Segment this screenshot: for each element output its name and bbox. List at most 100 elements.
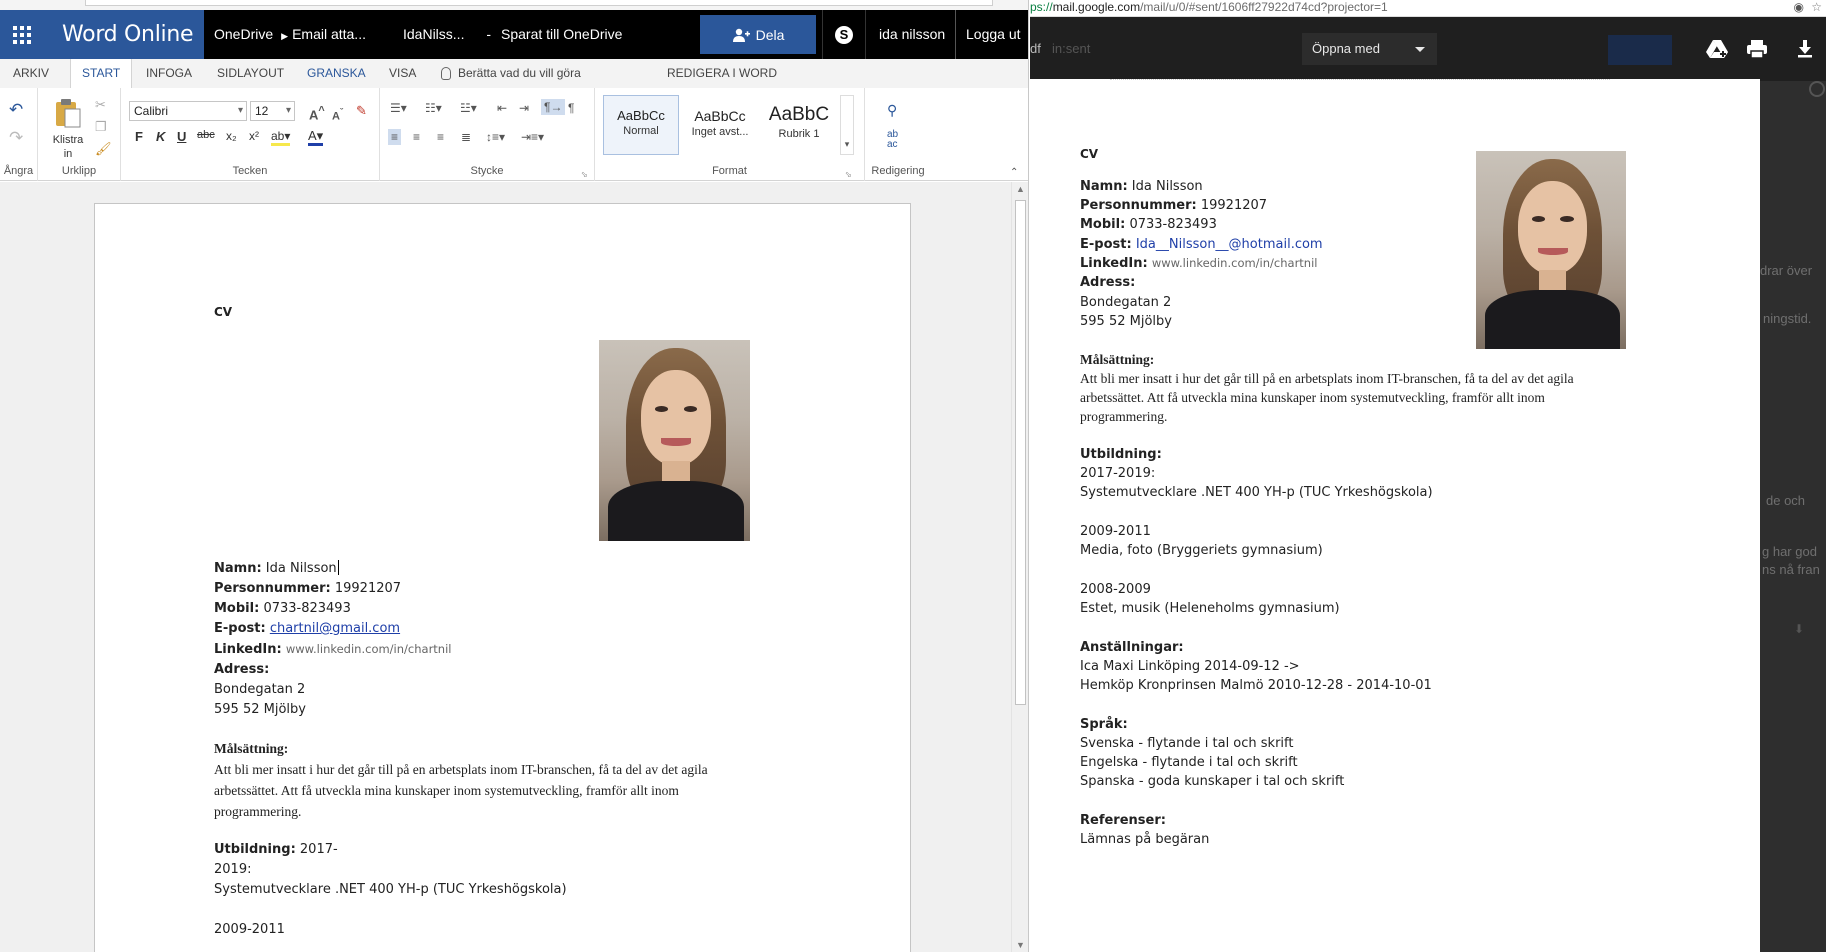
breadcrumb: OneDrive ▶ Email atta... bbox=[214, 10, 370, 59]
collapse-ribbon-icon[interactable]: ⌃ bbox=[1010, 165, 1018, 181]
undo-icon[interactable]: ↶ bbox=[9, 101, 23, 118]
subscript-button[interactable]: x₂ bbox=[226, 129, 237, 143]
align-left-icon[interactable]: ≡ bbox=[388, 129, 402, 145]
street: Bondegatan 2 bbox=[1080, 295, 1172, 310]
linkedin-line: LinkedIn: www.linkedin.com/in/chartnil bbox=[214, 639, 452, 660]
paste-button[interactable]: Klistra in bbox=[51, 98, 85, 168]
lightbulb-icon bbox=[441, 67, 451, 80]
title-separator: - bbox=[486, 26, 492, 42]
share-label: Dela bbox=[755, 26, 785, 43]
eye-icon[interactable]: ◉ bbox=[1794, 0, 1804, 14]
tab-start[interactable]: START bbox=[70, 59, 133, 88]
breadcrumb-onedrive[interactable]: OneDrive bbox=[214, 26, 273, 42]
ltr-icon[interactable]: ¶→ bbox=[541, 99, 566, 115]
text-cursor bbox=[337, 560, 339, 575]
tab-granska[interactable]: GRANSKA bbox=[305, 59, 368, 88]
cut-icon[interactable]: ✂ bbox=[95, 97, 106, 113]
profile-photo[interactable] bbox=[599, 340, 750, 541]
gmail-preview-window: ps://mail.google.com/mail/u/0/#sent/1606… bbox=[1030, 0, 1826, 952]
open-with-dropdown[interactable]: Öppna med bbox=[1302, 33, 1437, 65]
decrease-indent-icon[interactable]: ⇤ bbox=[497, 101, 507, 115]
line-spacing-icon[interactable]: ↕≡▾ bbox=[486, 130, 505, 144]
underline-button[interactable]: U bbox=[177, 129, 186, 144]
mobile-label: Mobil: bbox=[1080, 217, 1126, 232]
font-color-icon[interactable]: A▾ bbox=[308, 129, 324, 146]
pdf-page: CV Namn: Ida Nilsson Personnummer: 19921… bbox=[1030, 79, 1760, 952]
styles-more-icon[interactable]: ▾ bbox=[840, 95, 854, 155]
style-normal[interactable]: AaBbCc Normal bbox=[603, 95, 679, 155]
paragraph-group: ☰▾ ☷▾ ☳▾ ⇤ ⇥ ¶→ ¶ ≡ ≡ ≡ ≣ ↕≡▾ ⇥≡▾ ⬂ Styc… bbox=[380, 88, 595, 181]
shrink-font-icon[interactable]: Aˇ bbox=[332, 104, 343, 125]
scroll-down-icon[interactable]: ▼ bbox=[1016, 940, 1025, 950]
linkedin-label: LinkedIn: bbox=[1080, 256, 1148, 271]
rtl-icon[interactable]: ¶ bbox=[568, 101, 574, 115]
star-icon[interactable]: ☆ bbox=[1811, 0, 1822, 14]
download-icon[interactable] bbox=[1790, 34, 1820, 64]
find-icon[interactable]: ⚲ bbox=[887, 102, 897, 118]
align-right-icon[interactable]: ≡ bbox=[437, 130, 444, 144]
paste-label: Klistra in bbox=[52, 134, 84, 160]
pnr-line: Personnummer: 19921207 bbox=[214, 579, 401, 599]
grow-font-icon[interactable]: A^ bbox=[309, 103, 325, 123]
scroll-thumb[interactable] bbox=[1015, 200, 1026, 705]
style-heading-1[interactable]: AaBbC Rubrik 1 bbox=[761, 95, 837, 155]
logout-link[interactable]: Logga ut bbox=[955, 10, 1021, 59]
save-status: Sparat till OneDrive bbox=[501, 26, 623, 42]
print-icon[interactable] bbox=[1742, 34, 1772, 64]
skype-button[interactable]: S bbox=[822, 10, 866, 59]
redo-icon[interactable]: ↷ bbox=[9, 129, 23, 146]
email-link[interactable]: Ida__Nilsson__@hotmail.com bbox=[1136, 237, 1323, 252]
justify-icon[interactable]: ≣ bbox=[461, 130, 471, 144]
edit-in-word-button[interactable]: REDIGERA I WORD bbox=[665, 59, 779, 88]
word-online-window: Word Online OneDrive ▶ Email atta... IdaNi… bbox=[0, 0, 1029, 952]
document-page[interactable]: CV Namn: Ida Nilsson Personnummer: 19921… bbox=[94, 203, 911, 952]
goal-text: Att bli mer insatt i hur det går till på… bbox=[214, 762, 708, 777]
scroll-up-icon[interactable]: ▲ bbox=[1016, 184, 1025, 194]
breadcrumb-folder[interactable]: Email atta... bbox=[292, 26, 366, 42]
lang-name: Engelska bbox=[1080, 755, 1139, 770]
tab-visa[interactable]: VISA bbox=[387, 59, 418, 88]
tab-infoga[interactable]: INFOGA bbox=[144, 59, 194, 88]
highlight-icon[interactable]: ab▾ bbox=[271, 129, 291, 146]
align-center-icon[interactable]: ≡ bbox=[413, 130, 420, 144]
superscript-button[interactable]: x² bbox=[249, 129, 259, 143]
increase-indent-icon[interactable]: ⇥ bbox=[519, 101, 529, 115]
app-launcher-button[interactable] bbox=[0, 10, 43, 59]
download-icon: ⬇ bbox=[1794, 622, 1805, 636]
multilevel-list-icon[interactable]: ☳▾ bbox=[460, 101, 477, 115]
vertical-scrollbar[interactable]: ▲ ▼ bbox=[1011, 182, 1028, 952]
styles-group-label: Format bbox=[712, 165, 747, 177]
tab-sidlayout[interactable]: SIDLAYOUT bbox=[215, 59, 286, 88]
strikethrough-button[interactable]: abc bbox=[197, 129, 215, 141]
address-bar[interactable]: ps://mail.google.com/mail/u/0/#sent/1606… bbox=[1030, 0, 1826, 17]
bold-button[interactable]: F bbox=[135, 129, 143, 144]
lang-level: - flytande i tal och skrift bbox=[1138, 755, 1298, 770]
document-name[interactable]: IdaNilss... - bbox=[403, 10, 491, 59]
font-group-label: Tecken bbox=[232, 165, 268, 177]
bullets-icon[interactable]: ☰▾ bbox=[390, 101, 407, 115]
clear-format-icon[interactable]: ✎ bbox=[356, 103, 367, 119]
job-1: Ica Maxi Linköping 2014-09-12 -> bbox=[1080, 659, 1300, 674]
lang-3: Spanska - goda kunskaper i tal och skrif… bbox=[1080, 772, 1344, 791]
user-name[interactable]: ida nilsson bbox=[879, 10, 945, 59]
lang-label: Språk: bbox=[1080, 717, 1128, 732]
app-name[interactable]: Word Online bbox=[43, 10, 204, 59]
share-button[interactable]: Dela bbox=[700, 15, 816, 54]
style-no-spacing[interactable]: AaBbCc Inget avst... bbox=[682, 95, 758, 155]
italic-button[interactable]: K bbox=[156, 129, 165, 144]
drive-icon[interactable] bbox=[1702, 34, 1732, 64]
background-snippet: drar över bbox=[1760, 263, 1813, 278]
address-bar[interactable] bbox=[85, 0, 993, 6]
replace-icon[interactable]: ab ac bbox=[887, 130, 898, 150]
email-link[interactable]: chartnil@gmail.com bbox=[270, 621, 400, 636]
style-sample: AaBbCc bbox=[694, 108, 746, 124]
font-name-select[interactable]: Calibri bbox=[129, 101, 247, 121]
paragraph-spacing-icon[interactable]: ⇥≡▾ bbox=[521, 130, 544, 144]
copy-icon[interactable]: ❐ bbox=[95, 119, 107, 135]
numbering-icon[interactable]: ☷▾ bbox=[425, 101, 442, 115]
tell-me-search[interactable]: Berätta vad du vill göra bbox=[441, 59, 581, 88]
tab-arkiv[interactable]: ARKIV bbox=[11, 59, 51, 88]
format-painter-icon[interactable]: 🖌 bbox=[95, 141, 112, 157]
url-path: /mail/u/0/#sent/1606ff27922d74cd?project… bbox=[1140, 0, 1388, 14]
font-size-select[interactable]: 12 bbox=[250, 101, 295, 121]
